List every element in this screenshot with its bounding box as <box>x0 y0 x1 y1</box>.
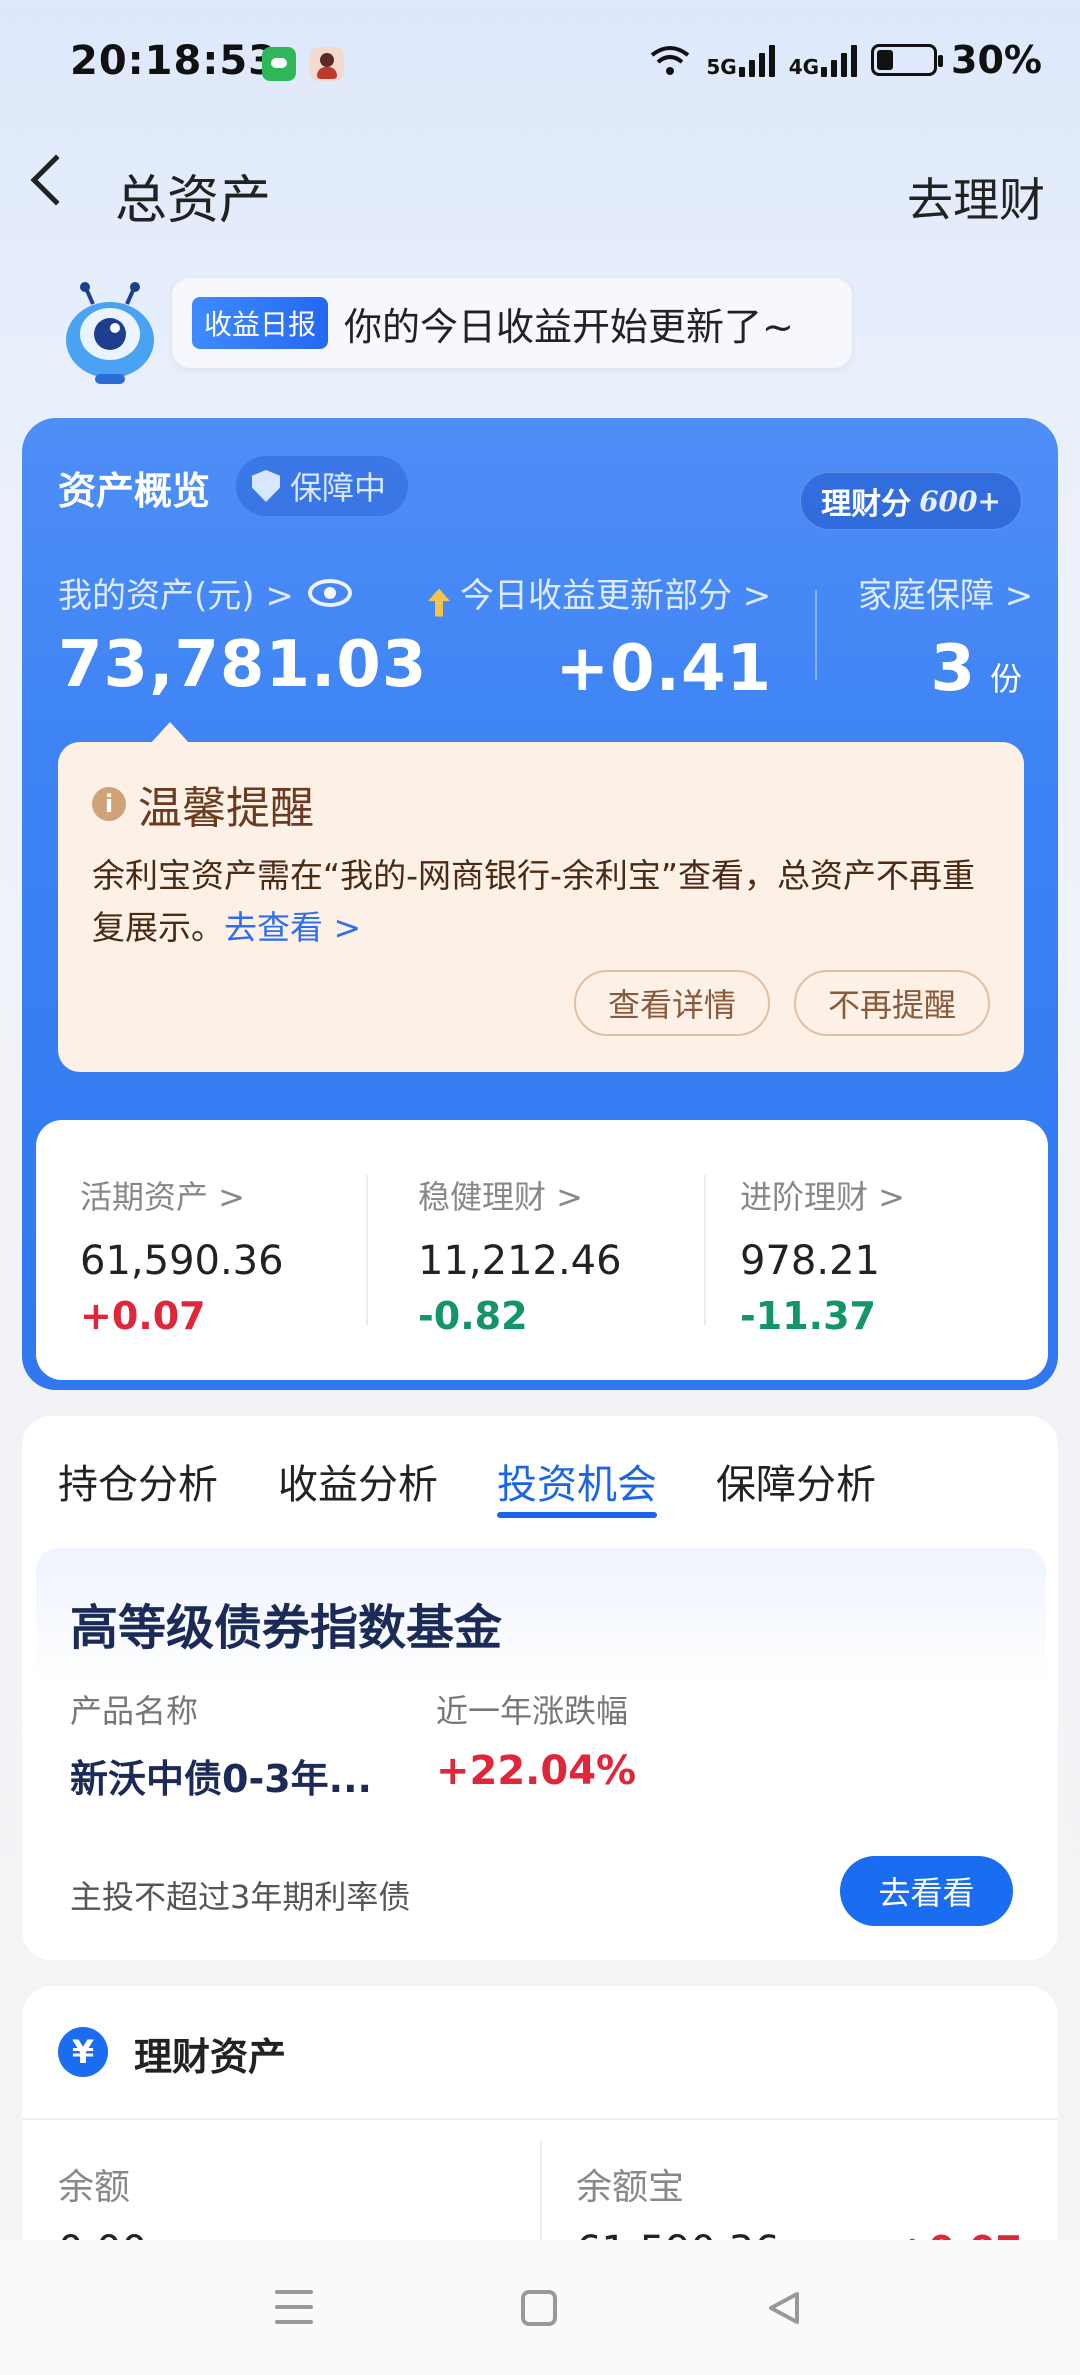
today-earnings-label: 今日收益更新部分 > <box>460 576 772 616</box>
signal-5g-icon: 5G <box>706 43 775 79</box>
my-assets-label: 我的资产(元) > <box>58 576 294 616</box>
summary-value: 61,590.36 <box>80 1238 284 1284</box>
shield-check-icon <box>252 470 280 502</box>
summary-value: 11,212.46 <box>418 1238 622 1284</box>
page-title: 总资产 <box>115 171 272 231</box>
product-name-label: 产品名称 <box>70 1692 199 1730</box>
overview-title: 资产概览 <box>58 469 211 513</box>
today-earnings-value: +0.41 <box>555 632 772 706</box>
protection-badge[interactable]: 保障中 <box>236 456 409 516</box>
wechat-notification-icon <box>262 47 296 81</box>
tab-investment-opportunity[interactable]: 投资机会 <box>497 1452 657 1510</box>
reminder-view-link[interactable]: 去查看 > <box>224 908 361 947</box>
finance-score-button[interactable]: 理财分 600+ <box>800 472 1022 530</box>
score-value: 600+ <box>919 484 1001 518</box>
battery-percent: 30% <box>951 38 1042 82</box>
protection-badge-label: 保障中 <box>290 469 387 507</box>
reminder-body: 余利宝资产需在“我的-网商银行-余利宝”查看，总资产不再重复展示。去查看 > <box>92 850 992 954</box>
fund-yearly-change: +22.04% <box>436 1748 637 1794</box>
fund-category-title: 高等级债券指数基金 <box>70 1600 503 1656</box>
summary-divider <box>366 1175 368 1325</box>
summary-label: 进阶理财 > <box>740 1178 905 1216</box>
finance-assets-title: 理财资产 <box>134 2035 287 2079</box>
summary-value: 978.21 <box>740 1238 880 1284</box>
my-assets-toggle[interactable]: 我的资产(元) > <box>58 568 352 617</box>
tab-protection-analysis[interactable]: 保障分析 <box>716 1452 876 1510</box>
yearly-change-label: 近一年涨跌幅 <box>436 1692 629 1730</box>
summary-advanced-finance[interactable]: 进阶理财 > 978.21 -11.37 <box>740 1172 905 1338</box>
balance-label[interactable]: 余额 <box>58 2158 130 2210</box>
summary-current-assets[interactable]: 活期资产 > 61,590.36 +0.07 <box>80 1172 284 1338</box>
tab-holdings-analysis[interactable]: 持仓分析 <box>58 1452 218 1510</box>
active-tab-indicator <box>497 1512 657 1518</box>
info-icon: i <box>92 787 126 821</box>
reminder-title: 温馨提醒 <box>138 783 314 834</box>
my-assets-value: 73,781.03 <box>58 628 428 702</box>
banner-text: 你的今日收益开始更新了~ <box>344 304 794 349</box>
summary-label: 活期资产 > <box>80 1178 245 1216</box>
signal-4g-icon: 4G <box>788 43 858 79</box>
family-protection-unit: 份 <box>989 660 1022 698</box>
summary-divider <box>704 1175 706 1325</box>
family-protection-label[interactable]: 家庭保障 > <box>858 568 1033 617</box>
yen-icon: ¥ <box>58 2027 108 2077</box>
status-bar-right: 5G 4G 30% <box>648 38 1042 82</box>
family-protection-value[interactable]: 3 份 <box>930 632 1022 706</box>
summary-label: 稳健理财 > <box>418 1178 583 1216</box>
score-label: 理财分 <box>821 487 912 522</box>
battery-icon <box>871 44 944 76</box>
fund-name[interactable]: 新沃中债0-3年... <box>70 1748 372 1803</box>
back-icon[interactable] <box>30 154 82 206</box>
menu-icon[interactable] <box>275 2290 313 2324</box>
network-label-1: 5G <box>706 55 737 79</box>
summary-change: +0.07 <box>80 1294 206 1338</box>
status-time: 20:18:53 <box>70 38 277 84</box>
wifi-icon <box>651 46 690 75</box>
fund-description: 主投不超过3年期利率债 <box>70 1878 411 1916</box>
family-protection-count: 3 <box>930 632 976 706</box>
yuebao-label[interactable]: 余额宝 <box>576 2158 684 2210</box>
reminder-pointer <box>150 722 190 744</box>
summary-change: -11.37 <box>740 1294 876 1338</box>
go-look-button[interactable]: 去看看 <box>840 1856 1013 1926</box>
eye-icon[interactable] <box>307 578 352 607</box>
today-earnings-link[interactable]: 今日收益更新部分 > <box>428 568 771 617</box>
arrow-up-icon <box>428 588 450 617</box>
finance-divider <box>22 2118 1058 2120</box>
summary-stable-finance[interactable]: 稳健理财 > 11,212.46 -0.82 <box>418 1172 622 1338</box>
view-details-button[interactable]: 查看详情 <box>574 970 770 1036</box>
daily-report-tag: 收益日报 <box>192 297 329 349</box>
dont-remind-button[interactable]: 不再提醒 <box>794 970 990 1036</box>
overview-divider <box>815 590 817 680</box>
go-finance-link[interactable]: 去理财 <box>907 164 1045 230</box>
summary-change: -0.82 <box>418 1294 528 1338</box>
back-triangle-icon[interactable] <box>765 2290 801 2326</box>
tab-earnings-analysis[interactable]: 收益分析 <box>278 1452 438 1510</box>
mascot-robot-icon[interactable] <box>55 282 165 387</box>
daily-earnings-banner[interactable]: 收益日报 你的今日收益开始更新了~ <box>172 278 852 368</box>
avatar-notification-icon <box>310 47 344 81</box>
home-icon[interactable] <box>521 2290 557 2326</box>
network-label-2: 4G <box>788 55 820 79</box>
